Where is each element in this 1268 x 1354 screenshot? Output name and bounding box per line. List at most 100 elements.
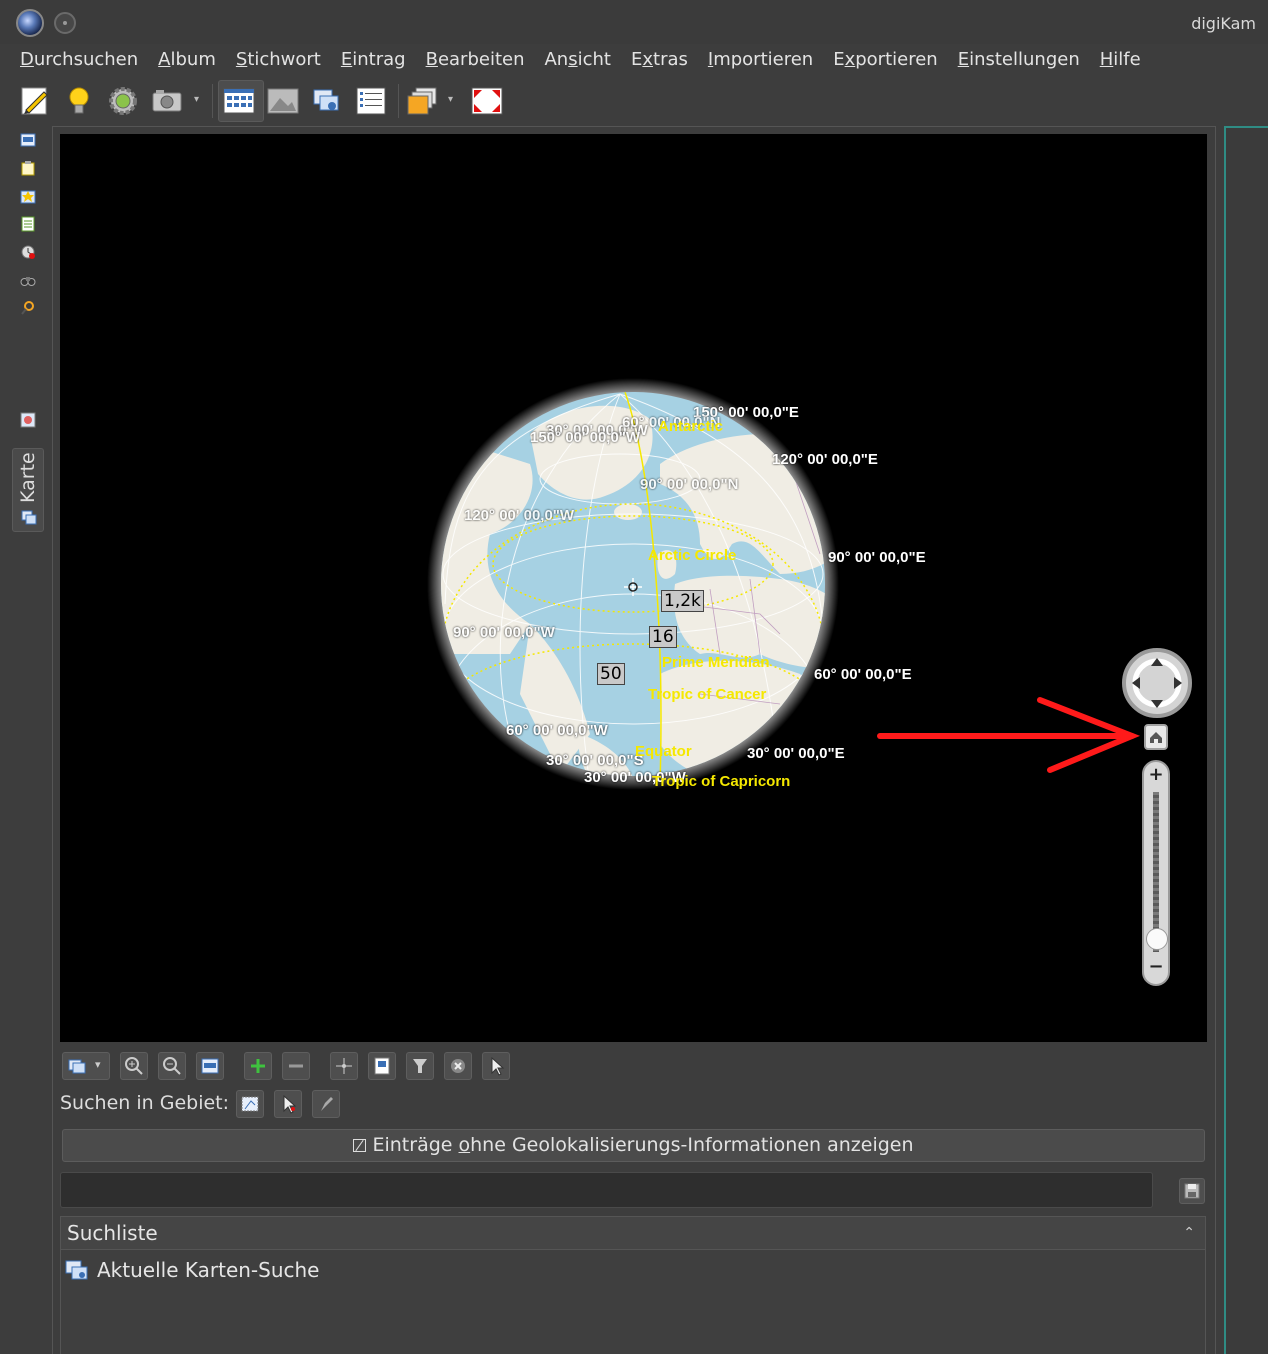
globe-svg xyxy=(427,378,1141,790)
zoom-slider-handle[interactable] xyxy=(1146,928,1168,950)
map-navigation-control: + − xyxy=(1122,648,1194,988)
search-in-area-label: Suchen in Gebiet: xyxy=(60,1092,230,1114)
zoom-out-button[interactable] xyxy=(158,1052,186,1080)
photo-cluster-marker[interactable]: 50 xyxy=(597,663,625,685)
menu-item-label: x xyxy=(844,49,856,70)
menu-item-label: E xyxy=(630,49,643,70)
menu-item[interactable]: Album xyxy=(148,46,226,74)
menu-item-label: E xyxy=(833,49,845,70)
menu-item[interactable]: Hilfe xyxy=(1090,46,1151,74)
menu-bar: Durchsuchen Album Stichwort Eintrag Bearbeit… xyxy=(10,46,1151,74)
slideshow-icon[interactable] xyxy=(406,84,440,118)
zoom-in-button[interactable] xyxy=(120,1052,148,1080)
menu-item[interactable]: Importieren xyxy=(698,46,823,74)
digikam-app-icon[interactable] xyxy=(16,9,44,37)
select-mode-cursor-icon[interactable] xyxy=(482,1052,510,1080)
menu-item-label: icht xyxy=(577,49,611,70)
sidebar-tab-karte-label: Karte xyxy=(17,452,39,503)
people-face-icon[interactable] xyxy=(20,412,36,428)
pan-mode-button[interactable] xyxy=(330,1052,358,1080)
filter-icon[interactable] xyxy=(406,1052,434,1080)
menu-item-label: E xyxy=(340,49,353,70)
dates-calendar-icon[interactable] xyxy=(20,216,36,232)
photo-cluster-marker[interactable]: 16 xyxy=(649,626,677,648)
menu-item[interactable]: Eintrag xyxy=(331,46,416,74)
lightbulb-icon[interactable] xyxy=(62,84,96,118)
map-home-button[interactable] xyxy=(1144,724,1168,750)
latitude-line-label: Antarctic xyxy=(658,418,724,435)
menu-item[interactable]: Einstellungen xyxy=(948,46,1090,74)
photo-cluster-marker[interactable]: 1,2k xyxy=(661,590,704,612)
fuzzy-search-icon[interactable] xyxy=(20,300,36,316)
toggle-label-accel: o xyxy=(458,1134,471,1156)
menu-item[interactable]: Exportieren xyxy=(823,46,948,74)
map-widget[interactable]: 150° 00' 00,0"E 120° 00' 00,0"E 90° 00' … xyxy=(60,134,1207,1042)
table-list-view-icon[interactable] xyxy=(354,84,388,118)
list-item-label: Aktuelle Karten-Suche xyxy=(97,1258,320,1282)
search-in-area-row: Suchen in Gebiet: xyxy=(60,1090,460,1120)
thumbnail-grid-view-icon[interactable] xyxy=(222,84,256,118)
menu-item[interactable]: Extras xyxy=(621,46,698,74)
edit-pencil-icon[interactable] xyxy=(18,84,52,118)
coord-label: 30° 00' 00,0"S xyxy=(546,752,644,769)
latitude-line-label: Arctic Circle xyxy=(648,547,737,564)
menu-item-label: x xyxy=(642,49,654,70)
title-bar: digiKam xyxy=(0,0,1268,44)
camera-import-icon[interactable] xyxy=(150,84,184,118)
menu-item-label: portieren xyxy=(855,49,938,70)
menu-item[interactable]: Bearbeiten xyxy=(416,46,535,74)
sidebar-tab-karte[interactable]: Karte xyxy=(12,448,44,532)
albums-icon[interactable] xyxy=(20,132,36,148)
menu-item-label: s xyxy=(568,49,578,70)
camera-dropdown-chevron-icon[interactable]: ▾ xyxy=(194,94,206,106)
menu-item-label: A xyxy=(158,49,171,70)
rectangle-selection-button[interactable] xyxy=(236,1090,264,1118)
menu-item[interactable]: Durchsuchen xyxy=(10,46,148,74)
clear-area-brush-button[interactable] xyxy=(312,1090,340,1118)
menu-item-label: earbeiten xyxy=(437,49,525,70)
search-list-header[interactable]: Suchliste ⌃ xyxy=(60,1216,1206,1250)
search-binoculars-icon[interactable] xyxy=(20,272,36,288)
menu-item-label: D xyxy=(20,49,34,70)
zoom-in-plus-icon[interactable]: + xyxy=(1146,766,1166,786)
show-thumbnails-button[interactable] xyxy=(368,1052,396,1080)
group-images-plus-button[interactable] xyxy=(244,1052,272,1080)
clear-selection-icon[interactable] xyxy=(444,1052,472,1080)
tags-icon[interactable] xyxy=(20,160,36,176)
toggle-label-pre: Einträge xyxy=(372,1134,459,1156)
coord-label: 90° 00' 00,0"N xyxy=(640,476,739,493)
labels-star-icon[interactable] xyxy=(20,188,36,204)
pan-compass-control[interactable] xyxy=(1122,648,1192,718)
coord-label: 120° 00' 00,0"E xyxy=(772,451,878,468)
save-search-button[interactable] xyxy=(1179,1178,1205,1204)
menu-item-label: tras xyxy=(653,49,688,70)
settings-gear-icon[interactable] xyxy=(106,84,140,118)
zoom-out-minus-icon[interactable]: − xyxy=(1146,958,1166,978)
right-sidebar-strip xyxy=(1224,126,1268,1354)
menu-item[interactable]: Ansicht xyxy=(534,46,621,74)
zoom-to-fit-button[interactable] xyxy=(196,1052,224,1080)
annotation-red-arrow xyxy=(877,697,1141,773)
map-view-icon[interactable] xyxy=(310,84,344,118)
chevron-up-icon[interactable]: ⌃ xyxy=(1183,1225,1195,1241)
window-menu-button[interactable] xyxy=(54,12,76,34)
ungroup-minus-button[interactable] xyxy=(282,1052,310,1080)
latitude-line-label: Prime Meridian xyxy=(662,654,770,671)
map-toolbar: ▾ xyxy=(60,1050,520,1082)
latitude-line-label: Equator xyxy=(635,743,692,760)
map-search-icon xyxy=(65,1260,88,1280)
timeline-clock-icon[interactable] xyxy=(20,244,36,260)
latitude-line-label: Tropic of Cancer xyxy=(648,686,767,703)
coord-label: 30° 00' 00,0"E xyxy=(747,745,845,762)
show-without-geolocation-toggle[interactable]: Einträge ohne Geolokalisierungs-Informat… xyxy=(62,1129,1205,1162)
image-preview-icon[interactable] xyxy=(266,84,300,118)
zoom-slider[interactable]: + − xyxy=(1142,760,1170,986)
fullscreen-icon[interactable] xyxy=(470,84,504,118)
map-search-icon xyxy=(21,509,37,525)
map-type-dropdown[interactable]: ▾ xyxy=(62,1052,110,1080)
slideshow-dropdown-chevron-icon[interactable]: ▾ xyxy=(448,94,460,106)
menu-item[interactable]: Stichwort xyxy=(226,46,331,74)
search-name-input[interactable] xyxy=(60,1172,1153,1208)
select-cursor-button[interactable] xyxy=(274,1090,302,1118)
coord-label: 60° 00' 00,0"W xyxy=(506,722,608,739)
